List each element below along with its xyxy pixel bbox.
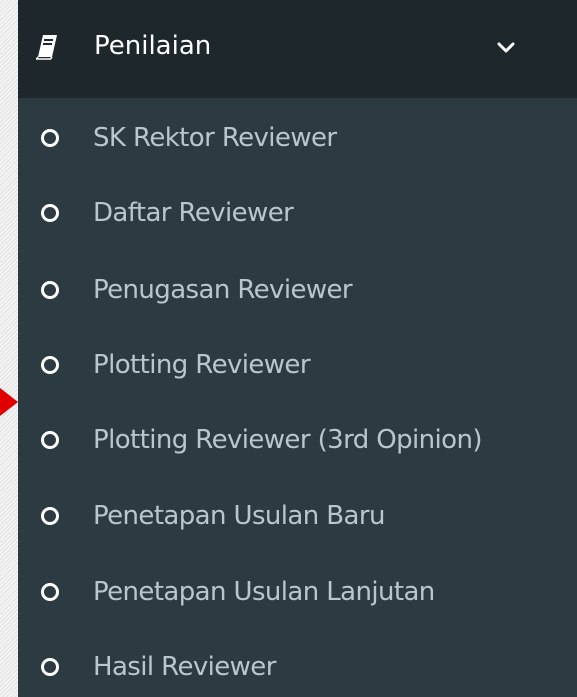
menu-item-penugasan-reviewer[interactable]: Penugasan Reviewer — [18, 263, 577, 319]
menu-item-label: Penetapan Usulan Lanjutan — [93, 577, 435, 607]
menu-item-plotting-reviewer[interactable]: Plotting Reviewer — [18, 338, 577, 394]
menu-item-penetapan-usulan-lanjutan[interactable]: Penetapan Usulan Lanjutan — [18, 565, 577, 621]
menu-item-label: Penetapan Usulan Baru — [93, 501, 385, 531]
menu-item-label: Penugasan Reviewer — [93, 275, 353, 305]
circle-outline-icon — [41, 583, 59, 601]
circle-outline-icon — [41, 507, 59, 525]
circle-outline-icon — [41, 281, 59, 299]
book-icon — [36, 35, 57, 60]
menu-item-label: SK Rektor Reviewer — [93, 123, 337, 153]
menu-item-label: Plotting Reviewer (3rd Opinion) — [93, 425, 483, 455]
circle-outline-icon — [41, 356, 59, 374]
menu-item-label: Plotting Reviewer — [93, 350, 311, 380]
menu-item-hasil-reviewer[interactable]: Hasil Reviewer — [18, 640, 577, 696]
chevron-down-icon[interactable] — [496, 38, 516, 58]
menu-header-penilaian[interactable]: Penilaian — [18, 0, 577, 98]
menu-item-label: Daftar Reviewer — [93, 198, 294, 228]
circle-outline-icon — [41, 204, 59, 222]
sidebar-menu: Penilaian SK Rektor Reviewer Daftar Revi… — [18, 0, 577, 697]
menu-item-penetapan-usulan-baru[interactable]: Penetapan Usulan Baru — [18, 489, 577, 545]
circle-outline-icon — [41, 658, 59, 676]
menu-item-plotting-reviewer-3rd-opinion[interactable]: Plotting Reviewer (3rd Opinion) — [18, 413, 577, 469]
circle-outline-icon — [41, 431, 59, 449]
menu-item-daftar-reviewer[interactable]: Daftar Reviewer — [18, 186, 577, 242]
menu-title: Penilaian — [94, 31, 212, 61]
menu-item-sk-rektor-reviewer[interactable]: SK Rektor Reviewer — [18, 111, 577, 167]
circle-outline-icon — [41, 129, 59, 147]
red-triangle-arrow-icon — [0, 388, 18, 416]
menu-item-label: Hasil Reviewer — [93, 652, 276, 682]
